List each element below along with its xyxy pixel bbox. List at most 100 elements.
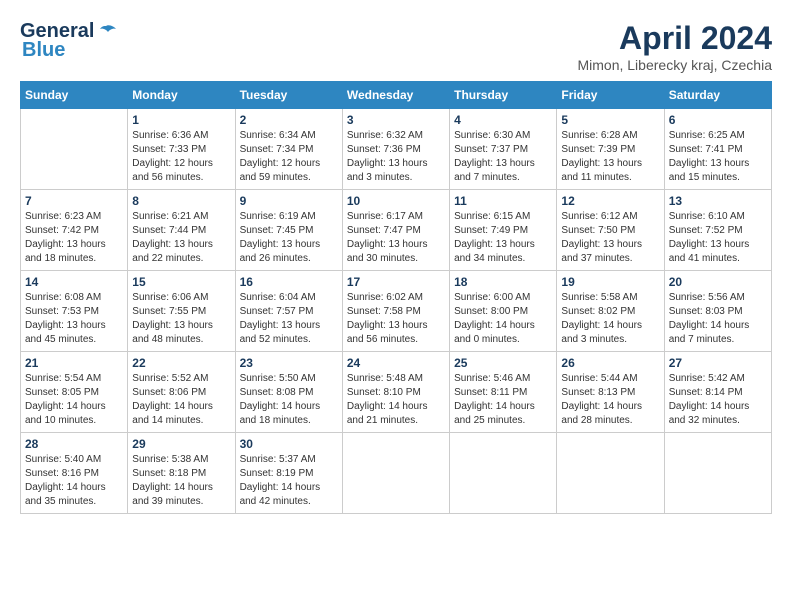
header-sunday: Sunday <box>21 82 128 109</box>
header-friday: Friday <box>557 82 664 109</box>
calendar-cell: 6 Sunrise: 6:25 AM Sunset: 7:41 PM Daylig… <box>664 109 771 190</box>
day-number: 13 <box>669 194 767 208</box>
calendar-cell: 3 Sunrise: 6:32 AM Sunset: 7:36 PM Daylig… <box>342 109 449 190</box>
calendar-cell: 20Sunrise: 5:56 AM Sunset: 8:03 PM Dayli… <box>664 271 771 352</box>
day-info: Sunrise: 5:54 AM Sunset: 8:05 PM Dayligh… <box>25 372 123 428</box>
calendar-cell <box>664 433 771 514</box>
calendar-cell: 27 Sunrise: 5:42 AM Sunset: 8:14 PM Dayli… <box>664 352 771 433</box>
calendar-cell: 29 Sunrise: 5:38 AM Sunset: 8:18 PM Dayli… <box>128 433 235 514</box>
header-thursday: Thursday <box>450 82 557 109</box>
day-number: 1 <box>132 113 230 127</box>
day-number: 15 <box>132 275 230 289</box>
calendar-cell <box>557 433 664 514</box>
day-number: 6 <box>669 113 767 127</box>
day-number: 7 <box>25 194 123 208</box>
day-number: 25 <box>454 356 552 370</box>
calendar-week-1: 1 Sunrise: 6:36 AM Sunset: 7:33 PM Daylig… <box>21 109 772 190</box>
day-number: 19 <box>561 275 659 289</box>
day-number: 5 <box>561 113 659 127</box>
day-number: 4 <box>454 113 552 127</box>
calendar-cell: 22 Sunrise: 5:52 AM Sunset: 8:06 PM Dayli… <box>128 352 235 433</box>
day-info: Sunrise: 6:06 AM Sunset: 7:55 PM Dayligh… <box>132 291 230 347</box>
day-info: Sunrise: 6:32 AM Sunset: 7:36 PM Dayligh… <box>347 129 445 185</box>
logo-blue: Blue <box>22 39 65 62</box>
calendar-cell: 2 Sunrise: 6:34 AM Sunset: 7:34 PM Daylig… <box>235 109 342 190</box>
day-number: 24 <box>347 356 445 370</box>
calendar-cell: 23 Sunrise: 5:50 AM Sunset: 8:08 PM Dayli… <box>235 352 342 433</box>
day-info: Sunrise: 5:48 AM Sunset: 8:10 PM Dayligh… <box>347 372 445 428</box>
day-info: Sunrise: 6:28 AM Sunset: 7:39 PM Dayligh… <box>561 129 659 185</box>
calendar-cell: 4 Sunrise: 6:30 AM Sunset: 7:37 PM Daylig… <box>450 109 557 190</box>
day-number: 29 <box>132 437 230 451</box>
header-wednesday: Wednesday <box>342 82 449 109</box>
day-number: 26 <box>561 356 659 370</box>
day-info: Sunrise: 6:04 AM Sunset: 7:57 PM Dayligh… <box>240 291 338 347</box>
month-title: April 2024 <box>577 20 772 57</box>
day-number: 9 <box>240 194 338 208</box>
calendar-cell: 28Sunrise: 5:40 AM Sunset: 8:16 PM Dayli… <box>21 433 128 514</box>
logo: General Blue <box>20 20 116 62</box>
calendar-cell <box>21 109 128 190</box>
header: General Blue April 2024 Mimon, Liberecky… <box>20 20 772 73</box>
calendar-cell: 18 Sunrise: 6:00 AM Sunset: 8:00 PM Dayli… <box>450 271 557 352</box>
day-info: Sunrise: 6:21 AM Sunset: 7:44 PM Dayligh… <box>132 210 230 266</box>
calendar-cell: 9Sunrise: 6:19 AM Sunset: 7:45 PM Daylig… <box>235 190 342 271</box>
day-number: 21 <box>25 356 123 370</box>
day-info: Sunrise: 6:12 AM Sunset: 7:50 PM Dayligh… <box>561 210 659 266</box>
day-number: 27 <box>669 356 767 370</box>
logo-bird-icon <box>96 24 116 40</box>
calendar-cell: 1 Sunrise: 6:36 AM Sunset: 7:33 PM Daylig… <box>128 109 235 190</box>
day-number: 16 <box>240 275 338 289</box>
day-info: Sunrise: 5:38 AM Sunset: 8:18 PM Dayligh… <box>132 453 230 509</box>
calendar-cell: 8Sunrise: 6:21 AM Sunset: 7:44 PM Daylig… <box>128 190 235 271</box>
day-number: 3 <box>347 113 445 127</box>
calendar-cell: 13 Sunrise: 6:10 AM Sunset: 7:52 PM Dayli… <box>664 190 771 271</box>
day-info: Sunrise: 5:37 AM Sunset: 8:19 PM Dayligh… <box>240 453 338 509</box>
calendar-week-4: 21 Sunrise: 5:54 AM Sunset: 8:05 PM Dayli… <box>21 352 772 433</box>
day-info: Sunrise: 5:46 AM Sunset: 8:11 PM Dayligh… <box>454 372 552 428</box>
day-info: Sunrise: 6:15 AM Sunset: 7:49 PM Dayligh… <box>454 210 552 266</box>
day-number: 10 <box>347 194 445 208</box>
calendar-cell: 25 Sunrise: 5:46 AM Sunset: 8:11 PM Dayli… <box>450 352 557 433</box>
calendar: SundayMondayTuesdayWednesdayThursdayFrid… <box>20 81 772 514</box>
calendar-cell: 26 Sunrise: 5:44 AM Sunset: 8:13 PM Dayli… <box>557 352 664 433</box>
calendar-cell: 5 Sunrise: 6:28 AM Sunset: 7:39 PM Daylig… <box>557 109 664 190</box>
calendar-cell <box>342 433 449 514</box>
day-number: 17 <box>347 275 445 289</box>
calendar-cell: 14Sunrise: 6:08 AM Sunset: 7:53 PM Dayli… <box>21 271 128 352</box>
calendar-cell: 21 Sunrise: 5:54 AM Sunset: 8:05 PM Dayli… <box>21 352 128 433</box>
calendar-week-5: 28Sunrise: 5:40 AM Sunset: 8:16 PM Dayli… <box>21 433 772 514</box>
day-info: Sunrise: 5:42 AM Sunset: 8:14 PM Dayligh… <box>669 372 767 428</box>
calendar-cell: 7 Sunrise: 6:23 AM Sunset: 7:42 PM Daylig… <box>21 190 128 271</box>
day-info: Sunrise: 6:25 AM Sunset: 7:41 PM Dayligh… <box>669 129 767 185</box>
day-number: 20 <box>669 275 767 289</box>
day-number: 2 <box>240 113 338 127</box>
day-info: Sunrise: 5:44 AM Sunset: 8:13 PM Dayligh… <box>561 372 659 428</box>
day-info: Sunrise: 6:17 AM Sunset: 7:47 PM Dayligh… <box>347 210 445 266</box>
location: Mimon, Liberecky kraj, Czechia <box>577 57 772 73</box>
day-number: 23 <box>240 356 338 370</box>
day-info: Sunrise: 5:50 AM Sunset: 8:08 PM Dayligh… <box>240 372 338 428</box>
calendar-cell: 15 Sunrise: 6:06 AM Sunset: 7:55 PM Dayli… <box>128 271 235 352</box>
calendar-header-row: SundayMondayTuesdayWednesdayThursdayFrid… <box>21 82 772 109</box>
day-info: Sunrise: 6:23 AM Sunset: 7:42 PM Dayligh… <box>25 210 123 266</box>
calendar-week-3: 14Sunrise: 6:08 AM Sunset: 7:53 PM Dayli… <box>21 271 772 352</box>
day-info: Sunrise: 6:36 AM Sunset: 7:33 PM Dayligh… <box>132 129 230 185</box>
day-number: 22 <box>132 356 230 370</box>
day-number: 12 <box>561 194 659 208</box>
calendar-cell: 17Sunrise: 6:02 AM Sunset: 7:58 PM Dayli… <box>342 271 449 352</box>
header-tuesday: Tuesday <box>235 82 342 109</box>
day-number: 18 <box>454 275 552 289</box>
calendar-cell: 19 Sunrise: 5:58 AM Sunset: 8:02 PM Dayli… <box>557 271 664 352</box>
day-number: 14 <box>25 275 123 289</box>
calendar-week-2: 7 Sunrise: 6:23 AM Sunset: 7:42 PM Daylig… <box>21 190 772 271</box>
day-info: Sunrise: 5:52 AM Sunset: 8:06 PM Dayligh… <box>132 372 230 428</box>
day-info: Sunrise: 6:34 AM Sunset: 7:34 PM Dayligh… <box>240 129 338 185</box>
day-info: Sunrise: 6:30 AM Sunset: 7:37 PM Dayligh… <box>454 129 552 185</box>
day-info: Sunrise: 6:10 AM Sunset: 7:52 PM Dayligh… <box>669 210 767 266</box>
day-number: 28 <box>25 437 123 451</box>
calendar-cell: 30 Sunrise: 5:37 AM Sunset: 8:19 PM Dayli… <box>235 433 342 514</box>
day-info: Sunrise: 6:00 AM Sunset: 8:00 PM Dayligh… <box>454 291 552 347</box>
day-info: Sunrise: 5:58 AM Sunset: 8:02 PM Dayligh… <box>561 291 659 347</box>
day-number: 30 <box>240 437 338 451</box>
